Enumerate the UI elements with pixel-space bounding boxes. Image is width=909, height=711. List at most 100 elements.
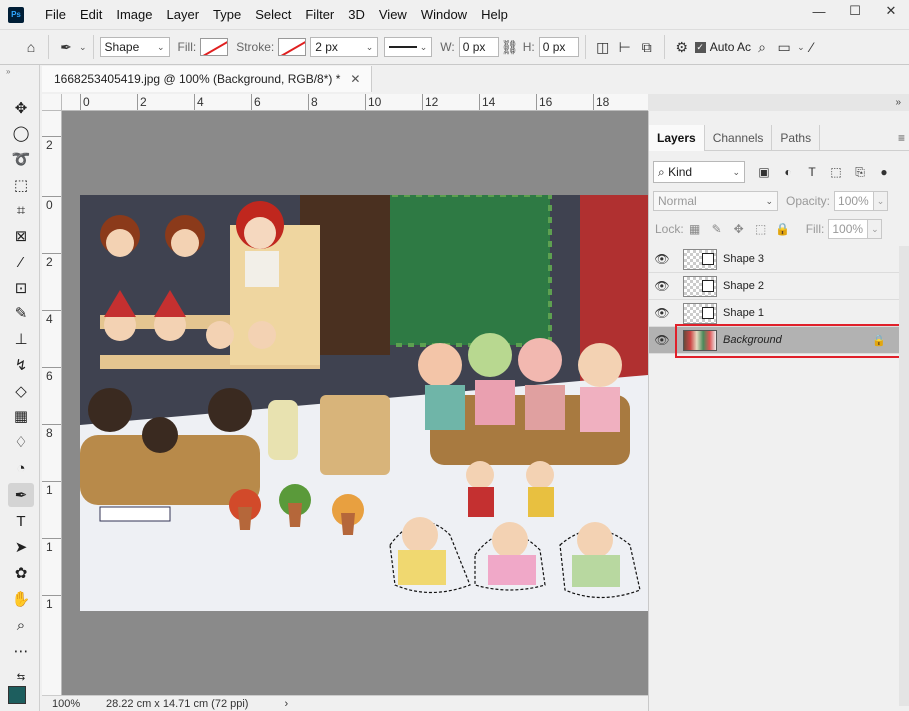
type-filter-icon[interactable]: T [801, 162, 823, 182]
smart-object-filter-icon[interactable]: ⎘ [849, 162, 871, 182]
zoom-level[interactable]: 100% [42, 698, 84, 710]
chevron-right-icon[interactable]: › [284, 698, 288, 710]
menu-3d[interactable]: 3D [341, 0, 372, 29]
ruler-origin[interactable] [42, 94, 62, 111]
chevron-down-icon[interactable]: ⌄ [79, 42, 87, 53]
search-icon[interactable]: ⌕ [751, 36, 773, 58]
fill-swatch[interactable] [200, 38, 229, 56]
gradient-tool-icon[interactable]: ▦ [8, 404, 34, 428]
path-alignment-icon[interactable]: ⊢ [614, 36, 636, 58]
brush-tool-icon[interactable]: ✎ [8, 301, 34, 325]
menu-window[interactable]: Window [414, 0, 474, 29]
dodge-tool-icon[interactable]: ◔ [8, 456, 34, 480]
tab-channels[interactable]: Channels [705, 125, 773, 151]
height-input[interactable]: 0 px [538, 37, 579, 57]
panel-scrollbar[interactable] [899, 246, 909, 706]
path-selection-icon[interactable]: ➤ [8, 535, 34, 559]
menu-view[interactable]: View [372, 0, 414, 29]
minimize-button[interactable]: — [801, 0, 837, 22]
opacity-input[interactable]: 100% [834, 191, 875, 211]
close-icon[interactable]: ✕ [350, 72, 360, 86]
pick-tool-mode-dropdown[interactable]: Shape ⌄ [99, 37, 170, 57]
path-arrangement-icon[interactable]: ⧉ [636, 36, 658, 58]
layer-row-background[interactable]: 👁 Background 🔒 [649, 327, 909, 354]
adjustment-filter-icon[interactable]: ◐ [777, 162, 799, 182]
eraser-tool-icon[interactable]: ◇ [8, 379, 34, 403]
canvas-area[interactable] [62, 111, 648, 695]
stroke-swatch[interactable] [278, 38, 307, 56]
fill-input[interactable]: 100% [828, 219, 869, 239]
layer-thumbnail [683, 275, 717, 297]
eye-icon[interactable]: 👁 [649, 333, 675, 347]
layer-row-shape-2[interactable]: 👁 Shape 2 [649, 273, 909, 300]
shape-filter-icon[interactable]: ⬚ [825, 162, 847, 182]
panel-menu-icon[interactable]: ≡ [898, 131, 905, 145]
eyedropper-icon[interactable]: ⁄ [8, 250, 34, 274]
crop-tool-icon[interactable]: ⌗ [8, 198, 34, 222]
maximize-button[interactable]: ☐ [837, 0, 873, 22]
chevron-down-icon[interactable]: ⌄ [874, 191, 889, 211]
toolbar-collapse-icon[interactable]: » [6, 67, 10, 76]
foreground-color-swatch[interactable] [8, 686, 26, 704]
blur-tool-icon[interactable]: ♢ [8, 430, 34, 454]
document-image[interactable] [80, 195, 648, 611]
menu-edit[interactable]: Edit [73, 0, 109, 29]
close-window-button[interactable]: ✕ [873, 0, 909, 22]
link-dimensions-icon[interactable]: ⛓ [499, 36, 521, 58]
chevron-down-icon[interactable]: ⌄ [797, 42, 805, 53]
chevron-down-icon[interactable]: ⌄ [868, 219, 883, 239]
object-selection-icon[interactable]: ⬚ [8, 173, 34, 197]
zoom-tool-icon[interactable]: ⌕ [8, 613, 34, 637]
eye-icon[interactable]: 👁 [649, 252, 675, 266]
menu-select[interactable]: Select [248, 0, 298, 29]
eye-icon[interactable]: 👁 [649, 306, 675, 320]
more-tools-icon[interactable]: ⋯ [8, 639, 34, 663]
workspace-icon[interactable]: ▭ [773, 36, 795, 58]
menu-file[interactable]: File [38, 0, 73, 29]
lock-icon[interactable]: 🔒 [872, 334, 886, 347]
lock-all-icon[interactable]: 🔒 [772, 219, 794, 239]
frame-tool-icon[interactable]: ⊠ [8, 224, 34, 248]
lock-position-icon[interactable]: ✥ [728, 219, 750, 239]
blend-mode-dropdown[interactable]: Normal ⌄ [653, 191, 778, 211]
lock-artboard-icon[interactable]: ⬚ [750, 219, 772, 239]
menu-help[interactable]: Help [474, 0, 515, 29]
elliptical-marquee-icon[interactable]: ◯ [8, 121, 34, 145]
filter-toggle-icon[interactable]: ● [873, 162, 895, 182]
stroke-type-dropdown[interactable]: ⌄ [384, 37, 433, 57]
tab-layers[interactable]: Layers [649, 125, 705, 151]
layer-row-shape-3[interactable]: 👁 Shape 3 [649, 246, 909, 273]
pen-tool-preset-icon[interactable]: ✒ [55, 36, 77, 58]
collapse-panels-icon[interactable]: » [895, 97, 901, 108]
menu-image[interactable]: Image [109, 0, 159, 29]
vertical-ruler[interactable]: 2 0 2 4 6 8 1 1 1 [42, 111, 62, 695]
lock-transparent-pixels-icon[interactable]: ▦ [684, 219, 706, 239]
document-tab[interactable]: 1668253405419.jpg @ 100% (Background, RG… [42, 66, 372, 92]
horizontal-ruler[interactable]: 0 2 4 6 8 10 12 14 16 18 [62, 94, 648, 111]
home-icon[interactable]: ⌂ [20, 36, 42, 58]
pen-tool-icon[interactable]: ✒ [8, 483, 34, 507]
hand-tool-icon[interactable]: ✋ [8, 587, 34, 611]
stroke-width-field[interactable]: 2 px ⌄ [310, 37, 379, 57]
share-icon[interactable]: ⁄ [805, 36, 819, 58]
filter-kind-dropdown[interactable]: ⌕ Kind ⌄ [653, 161, 745, 183]
auto-align-checkbox[interactable]: ✓ [694, 41, 706, 53]
menu-type[interactable]: Type [206, 0, 248, 29]
menu-layer[interactable]: Layer [160, 0, 207, 29]
type-tool-icon[interactable]: T [8, 509, 34, 533]
history-brush-icon[interactable]: ↯ [8, 353, 34, 377]
spot-healing-icon[interactable]: ⊡ [8, 276, 34, 300]
pixel-filter-icon[interactable]: ▣ [753, 162, 775, 182]
clone-stamp-icon[interactable]: ⊥ [8, 327, 34, 351]
lock-image-pixels-icon[interactable]: ✎ [706, 219, 728, 239]
custom-shape-icon[interactable]: ✿ [8, 561, 34, 585]
gear-icon[interactable]: ⚙ [671, 36, 693, 58]
menu-filter[interactable]: Filter [298, 0, 341, 29]
layer-row-shape-1[interactable]: 👁 Shape 1 [649, 300, 909, 327]
eye-icon[interactable]: 👁 [649, 279, 675, 293]
tab-paths[interactable]: Paths [772, 125, 821, 151]
move-tool-icon[interactable]: ✥ [8, 96, 34, 120]
width-input[interactable]: 0 px [458, 37, 499, 57]
path-operations-icon[interactable]: ◫ [592, 36, 614, 58]
lasso-tool-icon[interactable]: ➰ [8, 147, 34, 171]
